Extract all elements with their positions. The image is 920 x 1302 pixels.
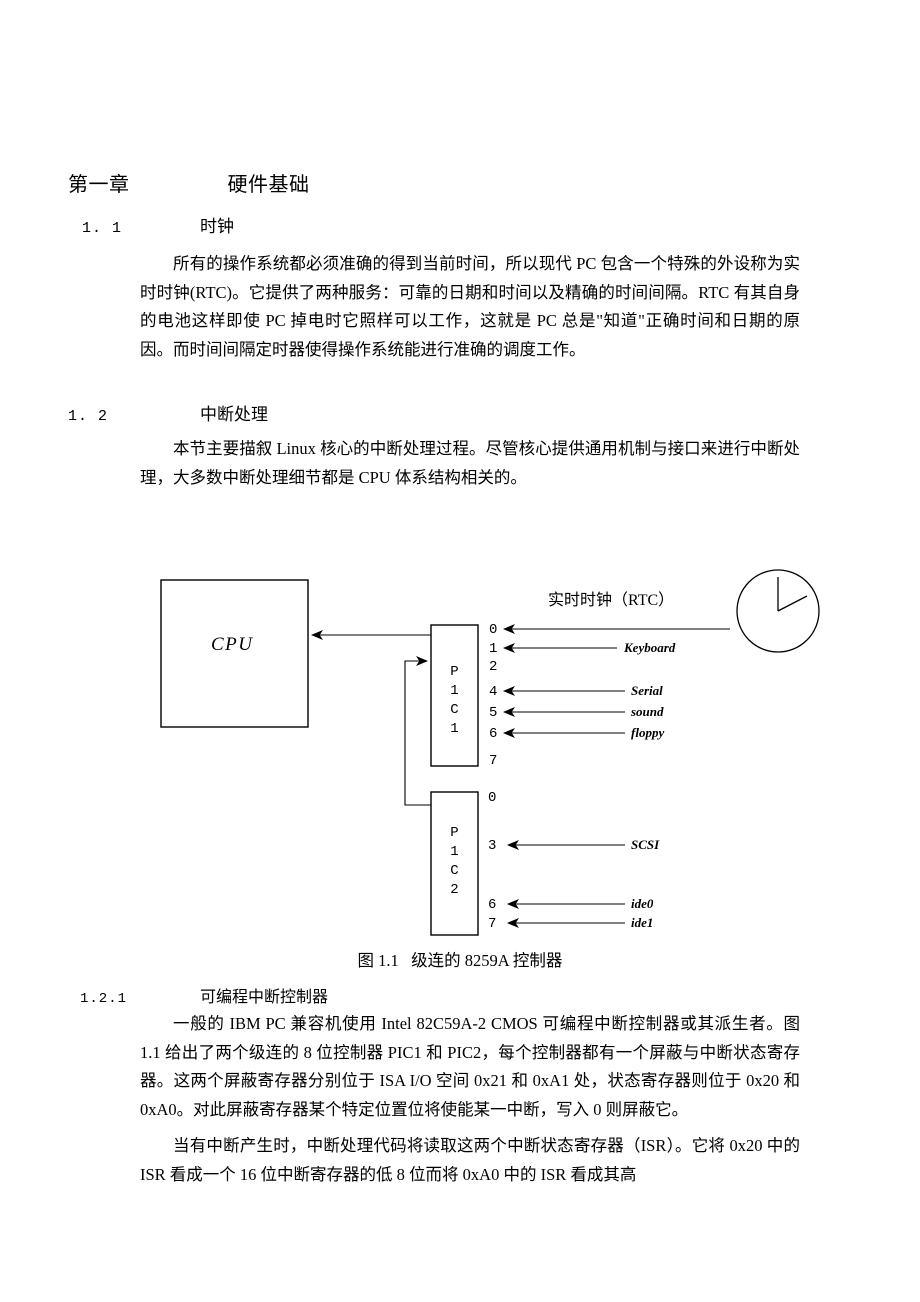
device-label-serial: Serial bbox=[631, 683, 663, 698]
paragraph-pic-description: 一般的 IBM PC 兼容机使用 Intel 82C59A-2 CMOS 可编程… bbox=[140, 1014, 800, 1119]
section-number-1-2-1: 1.2.1 bbox=[80, 991, 128, 1007]
irq-number-0: 0 bbox=[489, 622, 498, 638]
irq-number-4: 4 bbox=[489, 684, 498, 700]
section-heading-1-2: 1. 2 中断处理 bbox=[68, 400, 268, 425]
device-label-floppy: floppy bbox=[631, 725, 665, 740]
pic2-irq-number-6: 6 bbox=[488, 897, 497, 913]
paragraph-interrupt-intro: 本节主要描叙 Linux 核心的中断处理过程。尽管核心提供通用机制与接口来进行中… bbox=[140, 439, 800, 487]
device-label-keyboard: Keyboard bbox=[624, 640, 676, 655]
section-heading-1-2-1: 1.2.1 可编程中断控制器 bbox=[80, 983, 328, 1007]
pic1-label-text: P 1 C 1 bbox=[450, 664, 459, 737]
section-number-1-1: 1. 1 bbox=[82, 220, 123, 237]
irq-number-7: 7 bbox=[489, 753, 498, 769]
irq-number-2: 2 bbox=[489, 659, 498, 675]
pic2-label-text: P 1 C 2 bbox=[450, 825, 459, 898]
paragraph-isr-description: 当有中断产生时，中断处理代码将读取这两个中断状态寄存器（ISR）。它将 0x20… bbox=[140, 1136, 800, 1184]
pic2-label: P 1 C 2 bbox=[431, 824, 478, 900]
device-label-ide0: ide0 bbox=[631, 896, 654, 911]
device-label-sound: sound bbox=[631, 704, 664, 719]
chapter-number: 第一章 bbox=[68, 174, 130, 196]
section-number-1-2: 1. 2 bbox=[68, 408, 109, 425]
section-heading-1-1: 1. 1 时钟 bbox=[82, 212, 234, 237]
clock-hand-minute bbox=[777, 595, 808, 612]
irq-number-1: 1 bbox=[489, 641, 498, 657]
irq-number-5: 5 bbox=[489, 705, 498, 721]
clock-icon bbox=[736, 569, 820, 653]
rtc-label: 实时时钟（RTC） bbox=[548, 592, 675, 609]
document-page: 第一章 硬件基础 1. 1 时钟 所有的操作系统都必须准确的得到当前时间，所以现代 … bbox=[0, 0, 920, 1302]
section-title-1-2-1: 可编程中断控制器 bbox=[200, 989, 329, 1006]
irq-number-6: 6 bbox=[489, 726, 498, 742]
device-label-ide1: ide1 bbox=[631, 915, 654, 930]
pic2-irq-number-3: 3 bbox=[488, 838, 497, 854]
pic2-irq-number-0: 0 bbox=[488, 790, 497, 806]
device-label-scsi: SCSI bbox=[631, 837, 660, 852]
section-title-1-1: 时钟 bbox=[200, 217, 234, 236]
pic1-label: P 1 C 1 bbox=[431, 663, 478, 739]
chapter-title: 第一章 硬件基础 bbox=[68, 168, 310, 197]
figure-caption: 图 1.1 级连的 8259A 控制器 bbox=[357, 951, 563, 970]
paragraph-clock: 所有的操作系统都必须准确的得到当前时间，所以现代 PC 包含一个特殊的外设称为实… bbox=[140, 254, 800, 359]
chapter-heading-text: 硬件基础 bbox=[227, 174, 310, 196]
cpu-label: CPU bbox=[211, 634, 254, 655]
pic2-irq-number-7: 7 bbox=[488, 916, 497, 932]
pic2-cascade-line bbox=[404, 656, 431, 806]
section-title-1-2: 中断处理 bbox=[200, 405, 268, 424]
